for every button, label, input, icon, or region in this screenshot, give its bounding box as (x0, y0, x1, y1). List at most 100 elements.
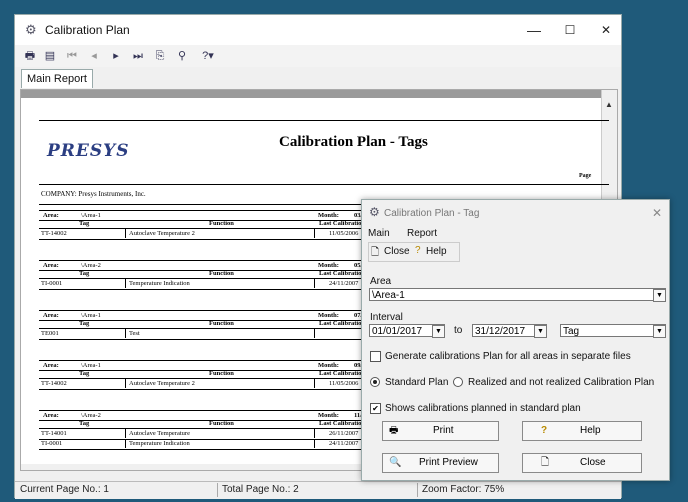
row-function: Temperature Indication (129, 440, 190, 447)
area-label: Area (370, 276, 392, 287)
col-last-calibration: Last Calibratio (319, 270, 362, 277)
print-label: Print (433, 425, 454, 436)
cell-border (314, 329, 315, 338)
close-icon: 🗋 (541, 457, 550, 468)
app-icon: ⚙ (25, 22, 37, 37)
date-to-value: 31/12/2017 (475, 326, 526, 337)
scroll-up-icon[interactable]: ▲ (605, 100, 613, 109)
close-button[interactable]: ✕ (589, 19, 623, 41)
chevron-down-icon[interactable]: ▼ (653, 289, 666, 302)
minimize-button[interactable]: — (517, 19, 551, 41)
row-tag: TI-0001 (41, 280, 63, 287)
close-dialog-button[interactable]: 🗋 Close (522, 453, 642, 473)
menu-report[interactable]: Report (407, 228, 437, 239)
help-icon[interactable]: ?▾ (195, 47, 221, 65)
area-label: Area: (43, 262, 59, 269)
standard-plan-label: Standard Plan (385, 377, 449, 388)
row-last-calibration: 11/05/2006 (329, 380, 359, 387)
help-label: Help (580, 425, 601, 436)
area-value: \Area-2 (81, 412, 101, 419)
col-function: Function (209, 220, 234, 227)
toolbar-close-button[interactable]: Close (384, 246, 410, 257)
tab-row: Main Report (15, 67, 621, 89)
export-icon[interactable]: ⎘ (151, 47, 169, 65)
prev-page-icon[interactable]: ◂ (85, 47, 103, 65)
chevron-down-icon[interactable]: ▼ (653, 325, 666, 338)
cell-border (125, 439, 126, 448)
print-icon: 🖶 (389, 425, 399, 436)
last-page-icon[interactable]: ⏭ (129, 47, 147, 65)
toolbar-help-button[interactable]: Help (426, 246, 447, 257)
company-label: COMPANY: Presys Instruments, Inc. (41, 190, 146, 198)
current-page-status: Current Page No.: 1 (20, 484, 109, 495)
shows-label: Shows calibrations planned in standard p… (385, 403, 581, 414)
title-bar: ⚙ Calibration Plan — ☐ ✕ (15, 15, 621, 45)
maximize-button[interactable]: ☐ (553, 19, 587, 41)
cell-border (314, 279, 315, 288)
area-value: \Area-1 (81, 212, 101, 219)
menu-main[interactable]: Main (368, 228, 390, 239)
dialog-close-icon[interactable]: ✕ (652, 206, 662, 220)
col-function: Function (209, 270, 234, 277)
shows-checkbox[interactable]: ✔ (370, 403, 381, 414)
row-function: Autoclave Temperature 2 (129, 230, 195, 237)
gen-all-checkbox[interactable] (370, 351, 381, 362)
to-label: to (454, 325, 463, 336)
area-label: Area: (43, 212, 59, 219)
col-function: Function (209, 320, 234, 327)
close-label: Close (580, 457, 606, 468)
print-icon[interactable]: ▤ (41, 47, 59, 65)
col-tag: Tag (79, 420, 90, 427)
toolbar: 🖶 ▤ ⏮ ◂ ▸ ⏭ ⎘ ⚲ ?▾ (15, 45, 621, 67)
print-setup-icon[interactable]: 🖶 (21, 47, 39, 65)
month-label: Month: (318, 362, 339, 369)
print-preview-label: Print Preview (419, 457, 478, 468)
row-tag: TT-14002 (41, 230, 67, 237)
cell-border (125, 279, 126, 288)
zoom-status: Zoom Factor: 75% (422, 484, 505, 495)
row-function: Temperature Indication (129, 280, 190, 287)
find-icon[interactable]: ⚲ (173, 47, 191, 65)
col-tag: Tag (79, 270, 90, 277)
divider (39, 120, 609, 121)
print-preview-icon: 🔍 (389, 457, 402, 468)
print-button[interactable]: 🖶 Print (382, 421, 499, 441)
area-select[interactable]: \Area-1 (369, 288, 666, 301)
row-function: Autoclave Temperature 2 (129, 380, 195, 387)
date-from-value: 01/01/2017 (372, 326, 423, 337)
print-preview-button[interactable]: 🔍 Print Preview (382, 453, 499, 473)
col-tag: Tag (79, 320, 90, 327)
col-tag: Tag (79, 370, 90, 377)
help-icon: ? (415, 245, 421, 256)
area-label: Area: (43, 412, 59, 419)
first-page-icon[interactable]: ⏮ (63, 47, 81, 65)
divider (39, 184, 609, 185)
row-tag: TI-0001 (41, 440, 63, 447)
row-last-calibration: 24/11/2007 (329, 280, 359, 287)
month-label: Month: (318, 262, 339, 269)
realized-plan-radio[interactable] (453, 377, 463, 387)
row-function: Test (129, 330, 140, 337)
viewer-band (21, 90, 601, 98)
tab-main-report[interactable]: Main Report (21, 69, 93, 88)
cell-border (314, 429, 315, 438)
col-last-calibration: Last Calibratio (319, 220, 362, 227)
help-button[interactable]: ? Help (522, 421, 642, 441)
standard-plan-radio[interactable] (370, 377, 380, 387)
report-title: Calibration Plan - Tags (279, 134, 428, 150)
status-divider (217, 483, 218, 497)
cell-border (314, 439, 315, 448)
cell-border (314, 229, 315, 238)
chevron-down-icon[interactable]: ▼ (432, 325, 445, 338)
cell-border (125, 229, 126, 238)
page-label: Page (579, 173, 592, 179)
next-page-icon[interactable]: ▸ (107, 47, 125, 65)
area-value: \Area-1 (81, 362, 101, 369)
group-by-select[interactable]: Tag (560, 324, 666, 337)
chevron-down-icon[interactable]: ▼ (534, 325, 547, 338)
cell-border (125, 429, 126, 438)
month-label: Month: (318, 412, 339, 419)
col-last-calibration: Last Calibratio (319, 370, 362, 377)
dialog-app-icon: ⚙ (369, 205, 380, 219)
col-last-calibration: Last Calibratio (319, 320, 362, 327)
